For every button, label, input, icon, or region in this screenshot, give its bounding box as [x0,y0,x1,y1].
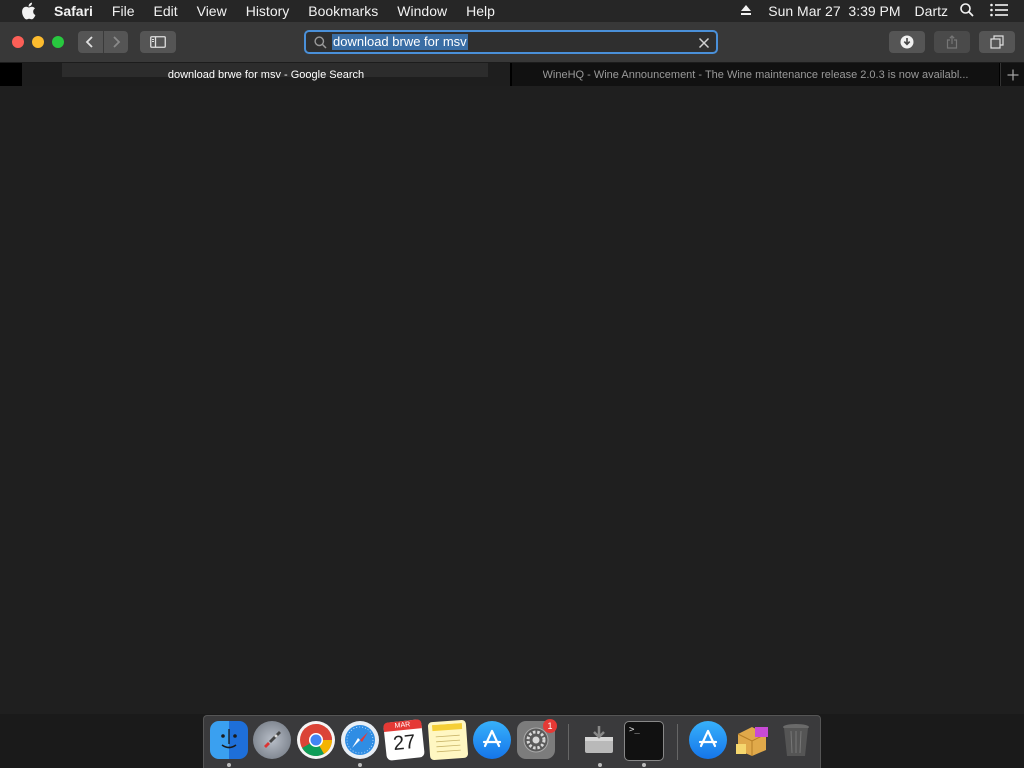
plus-icon [1007,69,1019,80]
menu-safari[interactable]: Safari [54,0,93,22]
clear-address-button[interactable] [696,35,712,51]
menu-clock[interactable]: Sun Mar 27 3:39 PM [768,3,900,19]
calendar-icon[interactable]: MAR 27 [383,719,425,761]
launchpad-icon[interactable] [253,721,291,759]
menu-help[interactable]: Help [466,0,495,22]
menu-view[interactable]: View [197,0,227,22]
tab-google-search[interactable]: download brwe for msv - Google Search [22,63,510,86]
menu-user[interactable]: Dartz [915,3,948,19]
download-icon [900,35,914,49]
terminal-icon[interactable]: >_ [624,721,664,761]
address-bar[interactable]: download brwe for msv [304,30,718,54]
app-store-icon[interactable] [473,721,511,759]
safari-running-indicator [358,763,362,767]
chevron-right-icon [113,36,121,48]
tab-bar: download brwe for msv - Google Search Wi… [0,63,1024,86]
safari-toolbar: download brwe for msv [0,22,1024,63]
tab-winehq[interactable]: WineHQ - Wine Announcement - The Wine ma… [512,63,999,86]
app-store-stack-icon[interactable] [689,721,727,759]
dock: MAR 27 1 >_ [203,715,821,768]
trash-icon[interactable] [777,721,815,759]
terminal-running-indicator [642,763,646,767]
safari-icon[interactable] [341,721,379,759]
web-content-area[interactable] [0,86,1024,714]
apple-menu-icon[interactable] [20,2,38,20]
menu-bookmarks[interactable]: Bookmarks [308,0,378,22]
navigation-buttons [78,31,128,53]
installer-icon[interactable] [580,721,618,759]
window-minimize-button[interactable] [32,36,44,48]
window-close-button[interactable] [12,36,24,48]
menu-bar: Safari File Edit View History Bookmarks … [0,0,1024,22]
menu-file[interactable]: File [112,0,135,22]
tab-overview-icon [990,35,1004,49]
eject-icon[interactable] [740,3,752,19]
dock-separator [677,724,678,760]
finder-icon[interactable] [210,721,248,759]
chrome-icon[interactable] [297,721,335,759]
calendar-day: 27 [392,730,417,756]
terminal-prompt: >_ [629,725,640,735]
dock-separator [568,724,569,760]
tab-title: WineHQ - Wine Announcement - The Wine ma… [542,68,969,81]
installer-running-indicator [598,763,602,767]
tab-overview-button[interactable] [979,31,1015,53]
share-button[interactable] [934,31,970,53]
finder-running-indicator [227,763,231,767]
back-button[interactable] [78,31,103,53]
notes-icon[interactable] [427,719,469,761]
downloads-button[interactable] [889,31,925,53]
forward-button[interactable] [102,31,129,53]
notification-center-icon[interactable] [990,3,1008,20]
search-icon [314,35,328,49]
package-icon[interactable] [733,721,771,759]
sidebar-icon [150,36,166,48]
address-query-text[interactable]: download brwe for msv [332,34,468,50]
menu-edit[interactable]: Edit [153,0,177,22]
share-icon [946,35,958,49]
menu-history[interactable]: History [246,0,290,22]
close-icon [698,37,710,49]
tab-title: download brwe for msv - Google Search [167,68,365,81]
sidebar-toggle-button[interactable] [140,31,176,53]
system-preferences-badge: 1 [543,719,557,733]
window-fullscreen-button[interactable] [52,36,64,48]
new-tab-button[interactable] [1000,63,1024,86]
spotlight-search-icon[interactable] [960,2,974,20]
chevron-left-icon [85,36,93,48]
menu-window[interactable]: Window [397,0,447,22]
